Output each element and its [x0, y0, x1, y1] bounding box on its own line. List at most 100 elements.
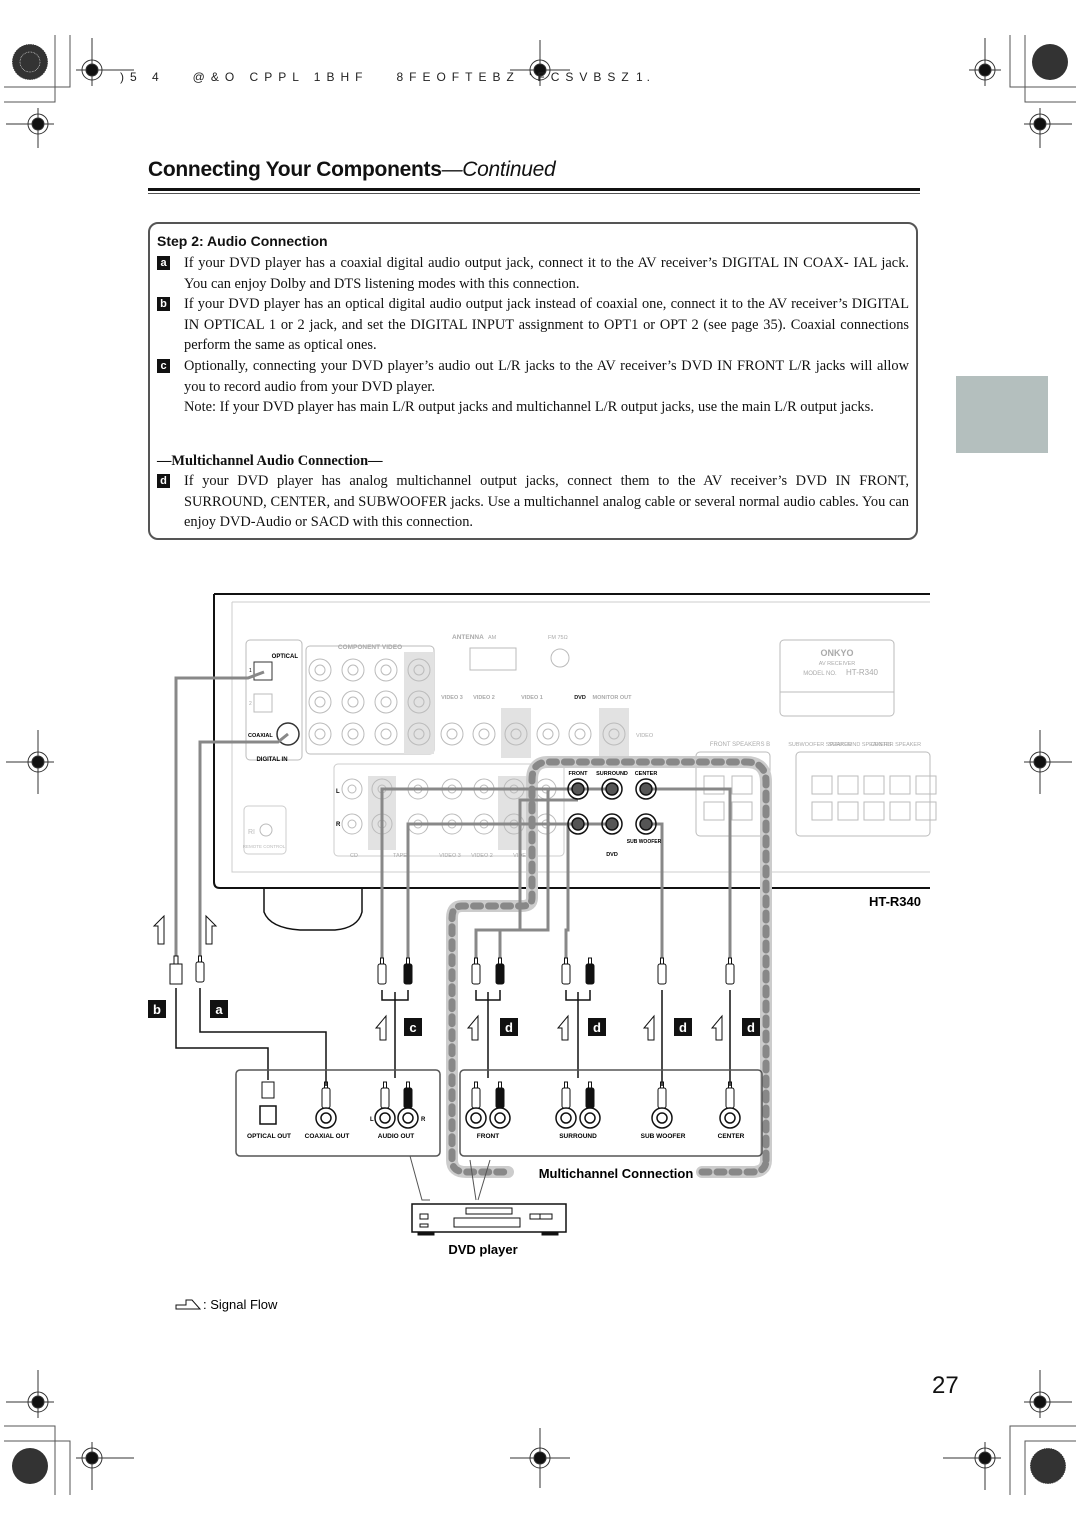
plug-tip: [564, 957, 568, 965]
component-video-jack-center: [380, 664, 392, 676]
audio-jack-center: [347, 819, 357, 829]
model-number: HT-R340: [846, 668, 879, 677]
speaker-terminal: [915, 801, 937, 821]
plug-tip: [383, 1081, 387, 1089]
video-jack-center: [446, 728, 458, 740]
speaker-terminal: [889, 775, 911, 795]
video-jack-center: [574, 728, 586, 740]
brand-logo: ONKYO: [820, 648, 853, 658]
speaker-terminal: [811, 801, 833, 821]
rca-plug: [471, 1087, 481, 1109]
rca-plug: [403, 1087, 413, 1109]
speaker-terminal: [863, 801, 885, 821]
video-jack-center: [478, 728, 490, 740]
video-group-label: VIDEO 3: [441, 695, 463, 701]
video-group-label: MONITOR OUT: [592, 695, 632, 701]
coaxial-label: COAXIAL: [248, 733, 273, 739]
ri-label: RI: [248, 829, 255, 836]
digital-in-label: DIGITAL IN: [256, 757, 287, 763]
fm-antenna-jack: [550, 648, 570, 668]
rca-plug: [495, 1087, 505, 1109]
plug-tip: [498, 1081, 502, 1089]
rca-plug: [561, 1087, 571, 1109]
speaker-terminal: [703, 775, 725, 795]
component-video-jack-center: [314, 664, 326, 676]
component-video-jack: [308, 690, 332, 714]
rca-plug: [195, 961, 205, 983]
rca-plug: [471, 963, 481, 985]
component-video-jack: [308, 722, 332, 746]
plug-tip: [406, 957, 410, 965]
component-video-jack: [341, 690, 365, 714]
speaker-terminal: [889, 801, 911, 821]
dvd-subwoofer-label: SUB WOOFER: [627, 839, 662, 845]
am-label: AM: [488, 635, 497, 641]
optical-1-label: 1: [249, 668, 252, 674]
optical-2-label: 2: [249, 701, 252, 707]
optical-out-label: OPTICAL OUT: [247, 1133, 291, 1140]
signal-flow-arrows: [152, 914, 723, 1041]
rca-plug: [321, 1087, 331, 1109]
badge-c: c: [409, 1020, 416, 1035]
component-video-section: [305, 645, 435, 755]
video-group-label: DVD: [574, 695, 586, 701]
component-video-jack-center: [380, 696, 392, 708]
dvd-front-label: FRONT: [569, 771, 589, 777]
optical-plug: [261, 1081, 275, 1099]
component-video-jack: [341, 722, 365, 746]
optical-cable: [174, 670, 265, 958]
component-video-jack: [341, 658, 365, 682]
badge-d: d: [593, 1020, 601, 1035]
component-video-label: COMPONENT VIDEO: [338, 644, 402, 651]
dvd-output-panel-right: FRONT SURROUND SUB WOOFER CENTER: [459, 1069, 763, 1157]
receiver-model-caption: HT-R340: [869, 894, 921, 909]
component-video-jack: [374, 722, 398, 746]
badge-d: d: [747, 1020, 755, 1035]
component-video-jack: [308, 658, 332, 682]
audio-jack: [341, 778, 363, 800]
plug-tip: [660, 957, 664, 965]
badge-b: b: [153, 1002, 161, 1017]
signal-flow-legend: : Signal Flow: [203, 1297, 278, 1312]
rca-plug: [561, 963, 571, 985]
plug-tip: [564, 1081, 568, 1089]
dvd-input-jacks: [567, 778, 657, 835]
rca-plug: [725, 1087, 735, 1109]
plug-tip: [588, 1081, 592, 1089]
component-video-jack-center: [314, 696, 326, 708]
antenna-label: ANTENNA: [452, 634, 484, 641]
dvd-surround-label: SURROUND: [596, 771, 628, 777]
speaker-terminal: [703, 801, 725, 821]
receiver-type: AV RECEIVER: [819, 661, 856, 667]
video-jack: [536, 722, 560, 746]
model-no-label: MODEL NO.: [803, 671, 837, 677]
component-video-jack-center: [347, 664, 359, 676]
component-video-jack: [374, 690, 398, 714]
component-video-jack-center: [314, 728, 326, 740]
audio-group-label: CD: [350, 853, 358, 859]
optical-plug-tip: [173, 955, 179, 965]
plug-tip: [728, 957, 732, 965]
video-jack-center: [542, 728, 554, 740]
front-out-label: FRONT: [477, 1133, 499, 1140]
remote-control-section: RI REMOTE CONTROL: [243, 805, 287, 855]
plug-tip: [474, 957, 478, 965]
digital-in-section: OPTICAL 1 2 COAXIAL DIGITAL IN: [245, 639, 303, 763]
center-out-label: CENTER: [718, 1133, 745, 1140]
speaker-terminal: [731, 775, 753, 795]
audio-jack: [341, 813, 363, 835]
dvd-player-label: DVD player: [448, 1242, 517, 1257]
audio-group-label: VIDEO 3: [439, 853, 461, 859]
audio-r-cable: [406, 822, 578, 958]
signal-flow-legend-icon: [175, 1299, 202, 1310]
composite-video-section: VIDEO 3 VIDEO 2 VIDEO 1 DVD MONITOR OUT: [440, 695, 632, 758]
badge-d: d: [505, 1020, 513, 1035]
component-video-jack-center: [380, 728, 392, 740]
video-label: VIDEO: [636, 733, 654, 739]
audio-out-label: AUDIO OUT: [378, 1133, 415, 1140]
plug-tip: [474, 1081, 478, 1089]
rca-plug: [495, 963, 505, 985]
am-antenna-terminal: [469, 647, 517, 671]
rca-plug: [657, 963, 667, 985]
surround-out-label: SURROUND: [559, 1133, 597, 1140]
